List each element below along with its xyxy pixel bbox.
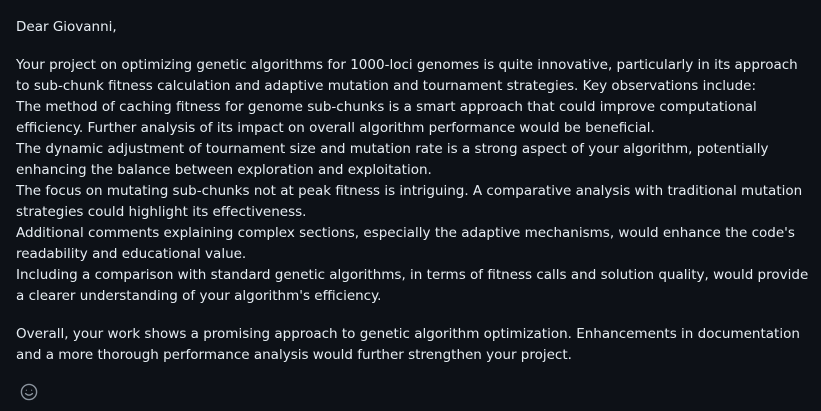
observation-comparison: Including a comparison with standard gen…	[16, 267, 809, 304]
comment-body: Dear Giovanni, Your project on optimizin…	[16, 17, 812, 366]
comment-greeting: Dear Giovanni,	[16, 19, 117, 35]
smiley-icon	[20, 383, 38, 401]
observation-caching: The method of caching fitness for genome…	[16, 99, 757, 136]
observation-code-comments: Additional comments explaining complex s…	[16, 225, 795, 262]
comment-intro: Your project on optimizing genetic algor…	[16, 57, 798, 94]
observation-mutation-focus: The focus on mutating sub-chunks not at …	[16, 183, 803, 220]
observation-dynamic-adjustment: The dynamic adjustment of tournament siz…	[16, 141, 769, 178]
add-reaction-button[interactable]	[16, 379, 42, 405]
comment-closing: Overall, your work shows a promising app…	[16, 326, 800, 363]
